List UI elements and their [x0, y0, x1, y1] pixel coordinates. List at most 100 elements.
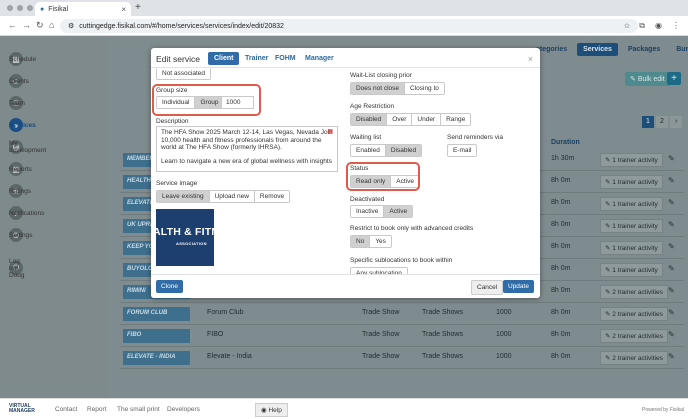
deactivated-active-option[interactable]: Active — [383, 206, 413, 217]
extensions-icon[interactable]: ⧉ — [639, 21, 645, 31]
service-capacity-cell: 1000 — [496, 353, 512, 360]
maximize-window-dot[interactable] — [27, 5, 33, 11]
service-name-tag[interactable]: FIBO — [123, 329, 190, 343]
sidebar-item-my-development[interactable]: ▤ My development — [9, 140, 46, 154]
tab-services[interactable]: Services — [577, 43, 618, 56]
sidebar-item-settings[interactable]: ⚙ Settings — [9, 228, 33, 242]
forward-icon[interactable]: → — [22, 20, 31, 30]
service-name-tag[interactable]: FORUM CLUB — [123, 307, 190, 321]
trainer-activity-button[interactable]: ✎ 1 trainer activity — [600, 241, 663, 255]
edit-row-icon[interactable]: ✎ — [668, 242, 675, 251]
language-flag-icon[interactable]: ▦ — [327, 129, 333, 137]
sidebar-item-services[interactable]: ● Services — [9, 118, 36, 132]
sidebar-item-ratings[interactable]: ★ Ratings — [9, 184, 31, 198]
next-page-button[interactable]: › — [670, 116, 682, 128]
trainer-activity-label: 1 trainer activity — [612, 179, 658, 186]
close-window-dot[interactable] — [7, 5, 13, 11]
tab-client[interactable]: Client — [208, 52, 240, 65]
edit-row-icon[interactable]: ✎ — [668, 352, 675, 361]
sidebar-item-clients[interactable]: ☺ Clients — [9, 74, 29, 88]
trainer-activity-button[interactable]: ✎ 2 trainer activities — [600, 329, 668, 343]
back-icon[interactable]: ← — [8, 20, 17, 30]
url-text: cuttingedge.fisikal.com/#/home/services/… — [79, 22, 284, 30]
age-disabled-option[interactable]: Disabled — [351, 114, 387, 125]
leave-existing-option[interactable]: Leave existing — [157, 191, 209, 202]
upload-new-option[interactable]: Upload new — [208, 191, 254, 202]
reminder-email-option[interactable]: E-mail — [448, 145, 477, 156]
edit-row-icon[interactable]: ✎ — [668, 264, 675, 273]
edit-row-icon[interactable]: ✎ — [668, 176, 675, 185]
service-title-cell: Elevate - India — [207, 353, 252, 360]
update-button[interactable]: Update — [503, 280, 534, 293]
footer-link-report[interactable]: Report — [87, 406, 107, 413]
table-row[interactable]: ELEVATE - INDIA Elevate - India Trade Show… — [120, 347, 684, 369]
table-row[interactable]: FORUM CLUB Forum Club Trade Show Trade Show… — [120, 303, 684, 325]
does-not-close-option[interactable]: Does not close — [351, 83, 404, 94]
window-controls[interactable] — [7, 5, 33, 11]
deactivated-inactive-option[interactable]: Inactive — [351, 206, 384, 217]
restrict-yes-option[interactable]: Yes — [369, 236, 391, 247]
home-icon[interactable]: ⌂ — [49, 20, 54, 30]
sidebar-item-logout[interactable]: ⏻ Log out Doug — [9, 258, 25, 279]
trainer-activity-button[interactable]: ✎ 1 trainer activity — [600, 153, 663, 167]
bulk-edit-button[interactable]: ✎ Bulk edit — [625, 72, 670, 86]
cancel-button[interactable]: Cancel — [471, 280, 504, 295]
trainer-activity-button[interactable]: ✎ 1 trainer activity — [600, 197, 663, 211]
not-associated-option[interactable]: Not associated — [157, 68, 210, 79]
close-icon[interactable]: × — [528, 54, 533, 64]
sidebar-item-schedule[interactable]: ▦ Schedule — [9, 52, 36, 66]
tab-fohm[interactable]: FOHM — [269, 52, 302, 65]
new-tab-icon[interactable]: + — [135, 2, 141, 13]
trainer-activity-button[interactable]: ✎ 1 trainer activity — [600, 263, 663, 277]
waiting-enabled-option[interactable]: Enabled — [351, 145, 385, 156]
tab-close-icon[interactable]: × — [121, 5, 126, 14]
url-field[interactable]: ⚙ cuttingedge.fisikal.com/#/home/service… — [60, 19, 638, 33]
sidebar-item-notifications[interactable]: ♪ Notifications — [9, 206, 44, 220]
edit-row-icon[interactable]: ✎ — [668, 198, 675, 207]
bookmark-star-icon[interactable]: ☆ — [624, 22, 630, 30]
footer-link-developers[interactable]: Developers — [167, 406, 200, 413]
edit-row-icon[interactable]: ✎ — [668, 154, 675, 163]
browser-tab[interactable]: ● Fisikal × — [35, 2, 131, 16]
waiting-disabled-option[interactable]: Disabled — [384, 145, 422, 156]
footer-link-small-print[interactable]: The small print — [117, 406, 160, 413]
minimize-window-dot[interactable] — [17, 5, 23, 11]
profile-icon[interactable]: ◉ — [655, 21, 662, 31]
age-range-option[interactable]: Range — [440, 114, 471, 125]
age-over-option[interactable]: Over — [386, 114, 412, 125]
description-textarea[interactable]: ▦ The HFA Show 2025 March 12-14, Las Veg… — [156, 126, 338, 172]
service-duration-cell: 8h 0m — [551, 265, 571, 272]
duration-column-header[interactable]: Duration — [551, 139, 580, 146]
tab-bundles[interactable]: Bundles — [670, 43, 688, 56]
footer-link-contact[interactable]: Contact — [55, 406, 77, 413]
age-under-option[interactable]: Under — [411, 114, 441, 125]
trainer-activity-button[interactable]: ✎ 1 trainer activity — [600, 175, 663, 189]
closing-to-option[interactable]: Closing to — [404, 83, 444, 94]
sidebar-item-reports[interactable]: ▥ Reports — [9, 162, 32, 176]
trainer-activity-button[interactable]: ✎ 1 trainer activity — [600, 219, 663, 233]
restrict-no-option[interactable]: No — [351, 236, 370, 247]
add-service-button[interactable]: + — [667, 72, 681, 85]
edit-row-icon[interactable]: ✎ — [668, 330, 675, 339]
tab-manager[interactable]: Manager — [299, 52, 340, 65]
sidebar-item-team[interactable]: ⚇ Team — [9, 96, 25, 110]
help-button[interactable]: ◉ Help — [255, 403, 288, 417]
trainer-activity-label: 1 trainer activity — [612, 267, 658, 274]
trainer-activity-button[interactable]: ✎ 2 trainer activities — [600, 307, 668, 321]
edit-row-icon[interactable]: ✎ — [668, 220, 675, 229]
trainer-activity-button[interactable]: ✎ 2 trainer activities — [600, 285, 668, 299]
remove-option[interactable]: Remove — [253, 191, 290, 202]
edit-row-icon[interactable]: ✎ — [668, 286, 675, 295]
tab-packages[interactable]: Packages — [622, 43, 666, 56]
service-duration-cell: 8h 0m — [551, 177, 571, 184]
table-row[interactable]: FIBO FIBO Trade Show Trade Shows 1000 8h 0m ✎ … — [120, 325, 684, 347]
menu-icon[interactable]: ⋮ — [672, 21, 680, 31]
page-1-button[interactable]: 1 — [642, 116, 654, 128]
trainer-activity-button[interactable]: ✎ 2 trainer activities — [600, 351, 668, 365]
clone-button[interactable]: Clone — [156, 280, 183, 293]
service-name-tag[interactable]: ELEVATE - INDIA — [123, 351, 190, 365]
reload-icon[interactable]: ↻ — [36, 20, 44, 31]
page-2-button[interactable]: 2 — [656, 116, 668, 128]
site-info-icon[interactable]: ⚙ — [68, 22, 74, 30]
edit-row-icon[interactable]: ✎ — [668, 308, 675, 317]
